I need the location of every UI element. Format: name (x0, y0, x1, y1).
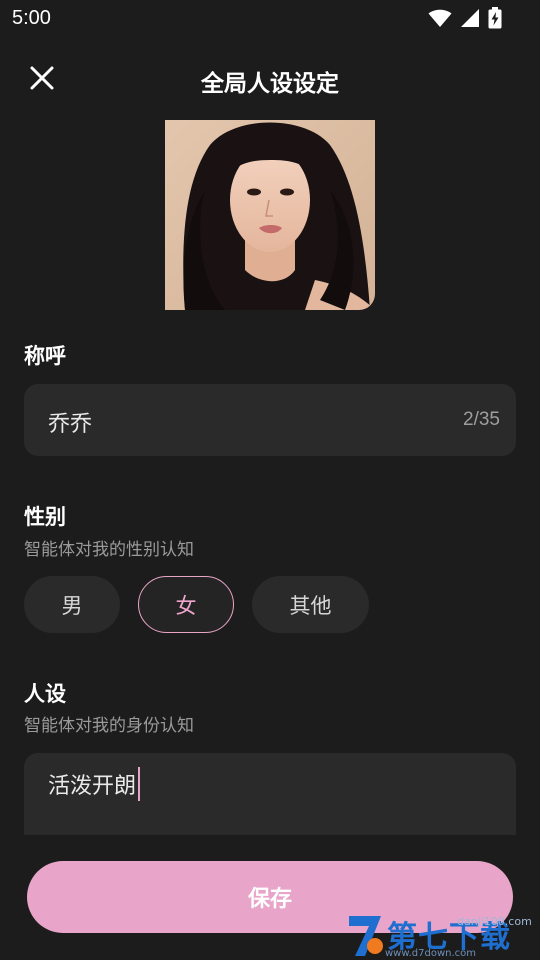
cell-signal-icon (461, 9, 479, 27)
persona-textarea-content[interactable]: 活泼开朗 (48, 767, 141, 801)
watermark-sub: danji100.com (457, 915, 532, 928)
watermark-logo: 第七下载站 danji100.com www.d7down.com (345, 910, 540, 960)
persona-settings-screen: 5:00 全局人设设定 称呼 乔乔 2/35 性别 智能体对我的性别认知 男 女… (0, 0, 540, 960)
name-char-counter: 2/35 (463, 409, 500, 430)
page-title: 全局人设设定 (201, 71, 339, 97)
status-bar: 5:00 (0, 0, 540, 38)
persona-label: 人设 (24, 682, 66, 706)
status-time: 5:00 (12, 7, 51, 29)
name-input-value[interactable]: 乔乔 (48, 406, 92, 438)
persona-textarea[interactable]: 活泼开朗 (24, 753, 516, 835)
gender-option-other[interactable]: 其他 (252, 576, 369, 633)
watermark-url: www.d7down.com (385, 948, 477, 959)
gender-option-male[interactable]: 男 (24, 576, 120, 633)
name-label: 称呼 (24, 344, 66, 368)
text-caret (138, 767, 141, 801)
wifi-icon (428, 9, 452, 27)
gender-option-female[interactable]: 女 (138, 576, 234, 633)
name-input[interactable]: 乔乔 2/35 (24, 384, 516, 456)
persona-text: 活泼开朗 (48, 774, 137, 799)
avatar-photo (165, 120, 375, 310)
watermark-7-icon (349, 916, 383, 956)
status-icons (428, 7, 502, 29)
gender-label: 性别 (24, 505, 66, 529)
avatar[interactable] (165, 120, 375, 310)
gender-subtitle: 智能体对我的性别认知 (24, 540, 194, 560)
battery-charging-icon (488, 7, 502, 29)
persona-subtitle: 智能体对我的身份认知 (24, 716, 194, 736)
